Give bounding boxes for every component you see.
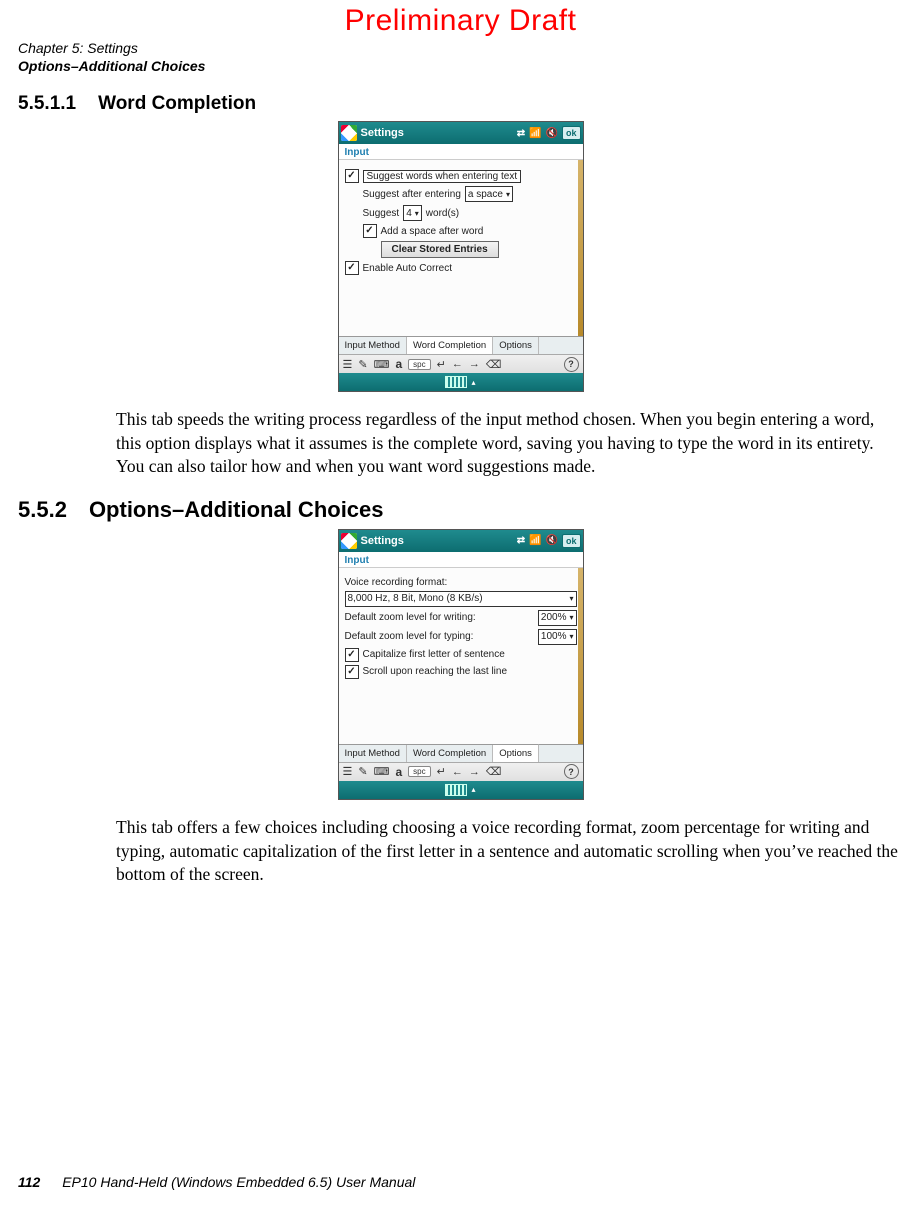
keyboard-icon[interactable]: ⌨ <box>374 765 390 778</box>
chevron-down-icon <box>566 612 573 623</box>
suggest-after-dropdown[interactable]: a space <box>465 186 513 202</box>
arrow-right-icon[interactable]: → <box>469 766 480 778</box>
backspace-icon[interactable]: ⌫ <box>486 358 502 371</box>
auto-correct-label: Enable Auto Correct <box>363 263 453 274</box>
connectivity-icon[interactable]: ⇄ <box>517 535 525 546</box>
header-chapter: Chapter 5: Settings <box>18 40 903 58</box>
zoom-typing-label: Default zoom level for typing: <box>345 631 474 642</box>
add-space-checkbox[interactable] <box>363 224 377 238</box>
suggest-count-dropdown[interactable]: 4 <box>403 205 422 221</box>
wm-titlebar: Settings ⇄ 📶 🔇 ok <box>339 530 583 552</box>
wm-tabs: Input Method Word Completion Options <box>339 336 583 354</box>
wm-subtitle: Input <box>339 144 583 160</box>
heading-number: 5.5.1.1 <box>18 93 76 115</box>
sip-toggle-icon[interactable] <box>445 784 467 796</box>
clear-stored-entries-button[interactable]: Clear Stored Entries <box>381 241 499 258</box>
capitalize-label: Capitalize first letter of sentence <box>363 649 505 660</box>
connectivity-icon[interactable]: ⇄ <box>517 128 525 139</box>
tab-word-completion[interactable]: Word Completion <box>407 336 493 354</box>
zoom-typing-dropdown[interactable]: 100% <box>538 629 577 645</box>
scroll-lastline-label: Scroll upon reaching the last line <box>363 666 508 677</box>
paragraph-options: This tab offers a few choices including … <box>116 816 903 887</box>
volume-icon[interactable]: 🔇 <box>546 535 558 546</box>
auto-correct-checkbox[interactable] <box>345 261 359 275</box>
signal-icon[interactable]: 📶 <box>529 535 541 546</box>
header-section: Options–Additional Choices <box>18 58 903 76</box>
paragraph-word-completion: This tab speeds the writing process rega… <box>116 408 903 479</box>
start-flag-icon[interactable] <box>341 125 357 141</box>
sip-bar: ☰ ✎ ⌨ a spc ↵ ← → ⌫ ? <box>339 354 583 373</box>
signal-icon[interactable]: 📶 <box>529 128 541 139</box>
scroll-lastline-checkbox[interactable] <box>345 665 359 679</box>
keyboard-icon[interactable]: ⌨ <box>374 358 390 371</box>
help-icon[interactable]: ? <box>564 357 579 372</box>
sip-caret-icon[interactable]: ▴ <box>471 378 475 387</box>
letter-a-icon[interactable]: a <box>395 765 402 779</box>
suggest-after-label: Suggest after entering <box>363 189 461 200</box>
suggest-words-checkbox[interactable] <box>345 169 359 183</box>
page-number: 112 <box>18 1174 40 1190</box>
tab-input-method[interactable]: Input Method <box>339 745 407 762</box>
wm-subtitle: Input <box>339 552 583 568</box>
zoom-writing-dropdown[interactable]: 200% <box>538 610 577 626</box>
chevron-down-icon <box>503 189 510 200</box>
capitalize-checkbox[interactable] <box>345 648 359 662</box>
enter-icon[interactable]: ↵ <box>437 358 446 371</box>
arrow-right-icon[interactable]: → <box>469 358 480 370</box>
wm-bottombar: ▴ <box>339 781 583 799</box>
tab-options[interactable]: Options <box>493 744 539 762</box>
wm-title: Settings <box>361 127 517 139</box>
add-space-label: Add a space after word <box>381 226 484 237</box>
preliminary-draft-watermark: Preliminary Draft <box>18 4 903 38</box>
backspace-icon[interactable]: ⌫ <box>486 765 502 778</box>
zoom-writing-label: Default zoom level for writing: <box>345 612 476 623</box>
list-icon[interactable]: ☰ <box>343 358 353 371</box>
volume-icon[interactable]: 🔇 <box>546 128 558 139</box>
arrow-left-icon[interactable]: ← <box>452 766 463 778</box>
heading-title: Word Completion <box>98 93 256 115</box>
screenshot-options: Settings ⇄ 📶 🔇 ok Input Voice recording … <box>338 529 584 800</box>
tab-input-method[interactable]: Input Method <box>339 337 407 354</box>
sip-toggle-icon[interactable] <box>445 376 467 388</box>
wm-tabs: Input Method Word Completion Options <box>339 744 583 762</box>
sip-caret-icon[interactable]: ▴ <box>471 785 475 794</box>
screenshot-word-completion: Settings ⇄ 📶 🔇 ok Input Suggest words wh… <box>338 121 584 392</box>
heading-number: 5.5.2 <box>18 497 67 523</box>
suggest-count-label-b: word(s) <box>426 208 459 219</box>
sip-bar: ☰ ✎ ⌨ a spc ↵ ← → ⌫ ? <box>339 762 583 781</box>
page-footer: 112 EP10 Hand-Held (Windows Embedded 6.5… <box>18 1174 415 1190</box>
suggest-words-label: Suggest words when entering text <box>363 170 522 183</box>
help-icon[interactable]: ? <box>564 764 579 779</box>
arrow-left-icon[interactable]: ← <box>452 358 463 370</box>
handwrite-icon[interactable]: ✎ <box>358 765 367 778</box>
space-key[interactable]: spc <box>408 359 430 370</box>
wm-bottombar: ▴ <box>339 373 583 391</box>
wm-title: Settings <box>361 535 517 547</box>
scrollbar[interactable] <box>578 160 583 336</box>
ok-button[interactable]: ok <box>562 126 581 140</box>
space-key[interactable]: spc <box>408 766 430 777</box>
start-flag-icon[interactable] <box>341 533 357 549</box>
scrollbar[interactable] <box>578 568 583 744</box>
voice-format-label: Voice recording format: <box>345 577 448 588</box>
chevron-down-icon <box>412 208 419 219</box>
handwrite-icon[interactable]: ✎ <box>358 358 367 371</box>
heading-5-5-1-1: 5.5.1.1 Word Completion <box>18 93 903 115</box>
tab-word-completion[interactable]: Word Completion <box>407 745 493 762</box>
chevron-down-icon <box>566 631 573 642</box>
voice-format-dropdown[interactable]: 8,000 Hz, 8 Bit, Mono (8 KB/s) <box>345 591 577 607</box>
enter-icon[interactable]: ↵ <box>437 765 446 778</box>
wm-titlebar: Settings ⇄ 📶 🔇 ok <box>339 122 583 144</box>
book-title: EP10 Hand-Held (Windows Embedded 6.5) Us… <box>62 1174 415 1190</box>
tab-options[interactable]: Options <box>493 337 539 354</box>
letter-a-icon[interactable]: a <box>395 357 402 371</box>
heading-title: Options–Additional Choices <box>89 497 384 523</box>
list-icon[interactable]: ☰ <box>343 765 353 778</box>
page-header: Chapter 5: Settings Options–Additional C… <box>18 40 903 75</box>
heading-5-5-2: 5.5.2 Options–Additional Choices <box>18 497 903 523</box>
chevron-down-icon <box>566 593 573 604</box>
ok-button[interactable]: ok <box>562 534 581 548</box>
suggest-count-label-a: Suggest <box>363 208 400 219</box>
